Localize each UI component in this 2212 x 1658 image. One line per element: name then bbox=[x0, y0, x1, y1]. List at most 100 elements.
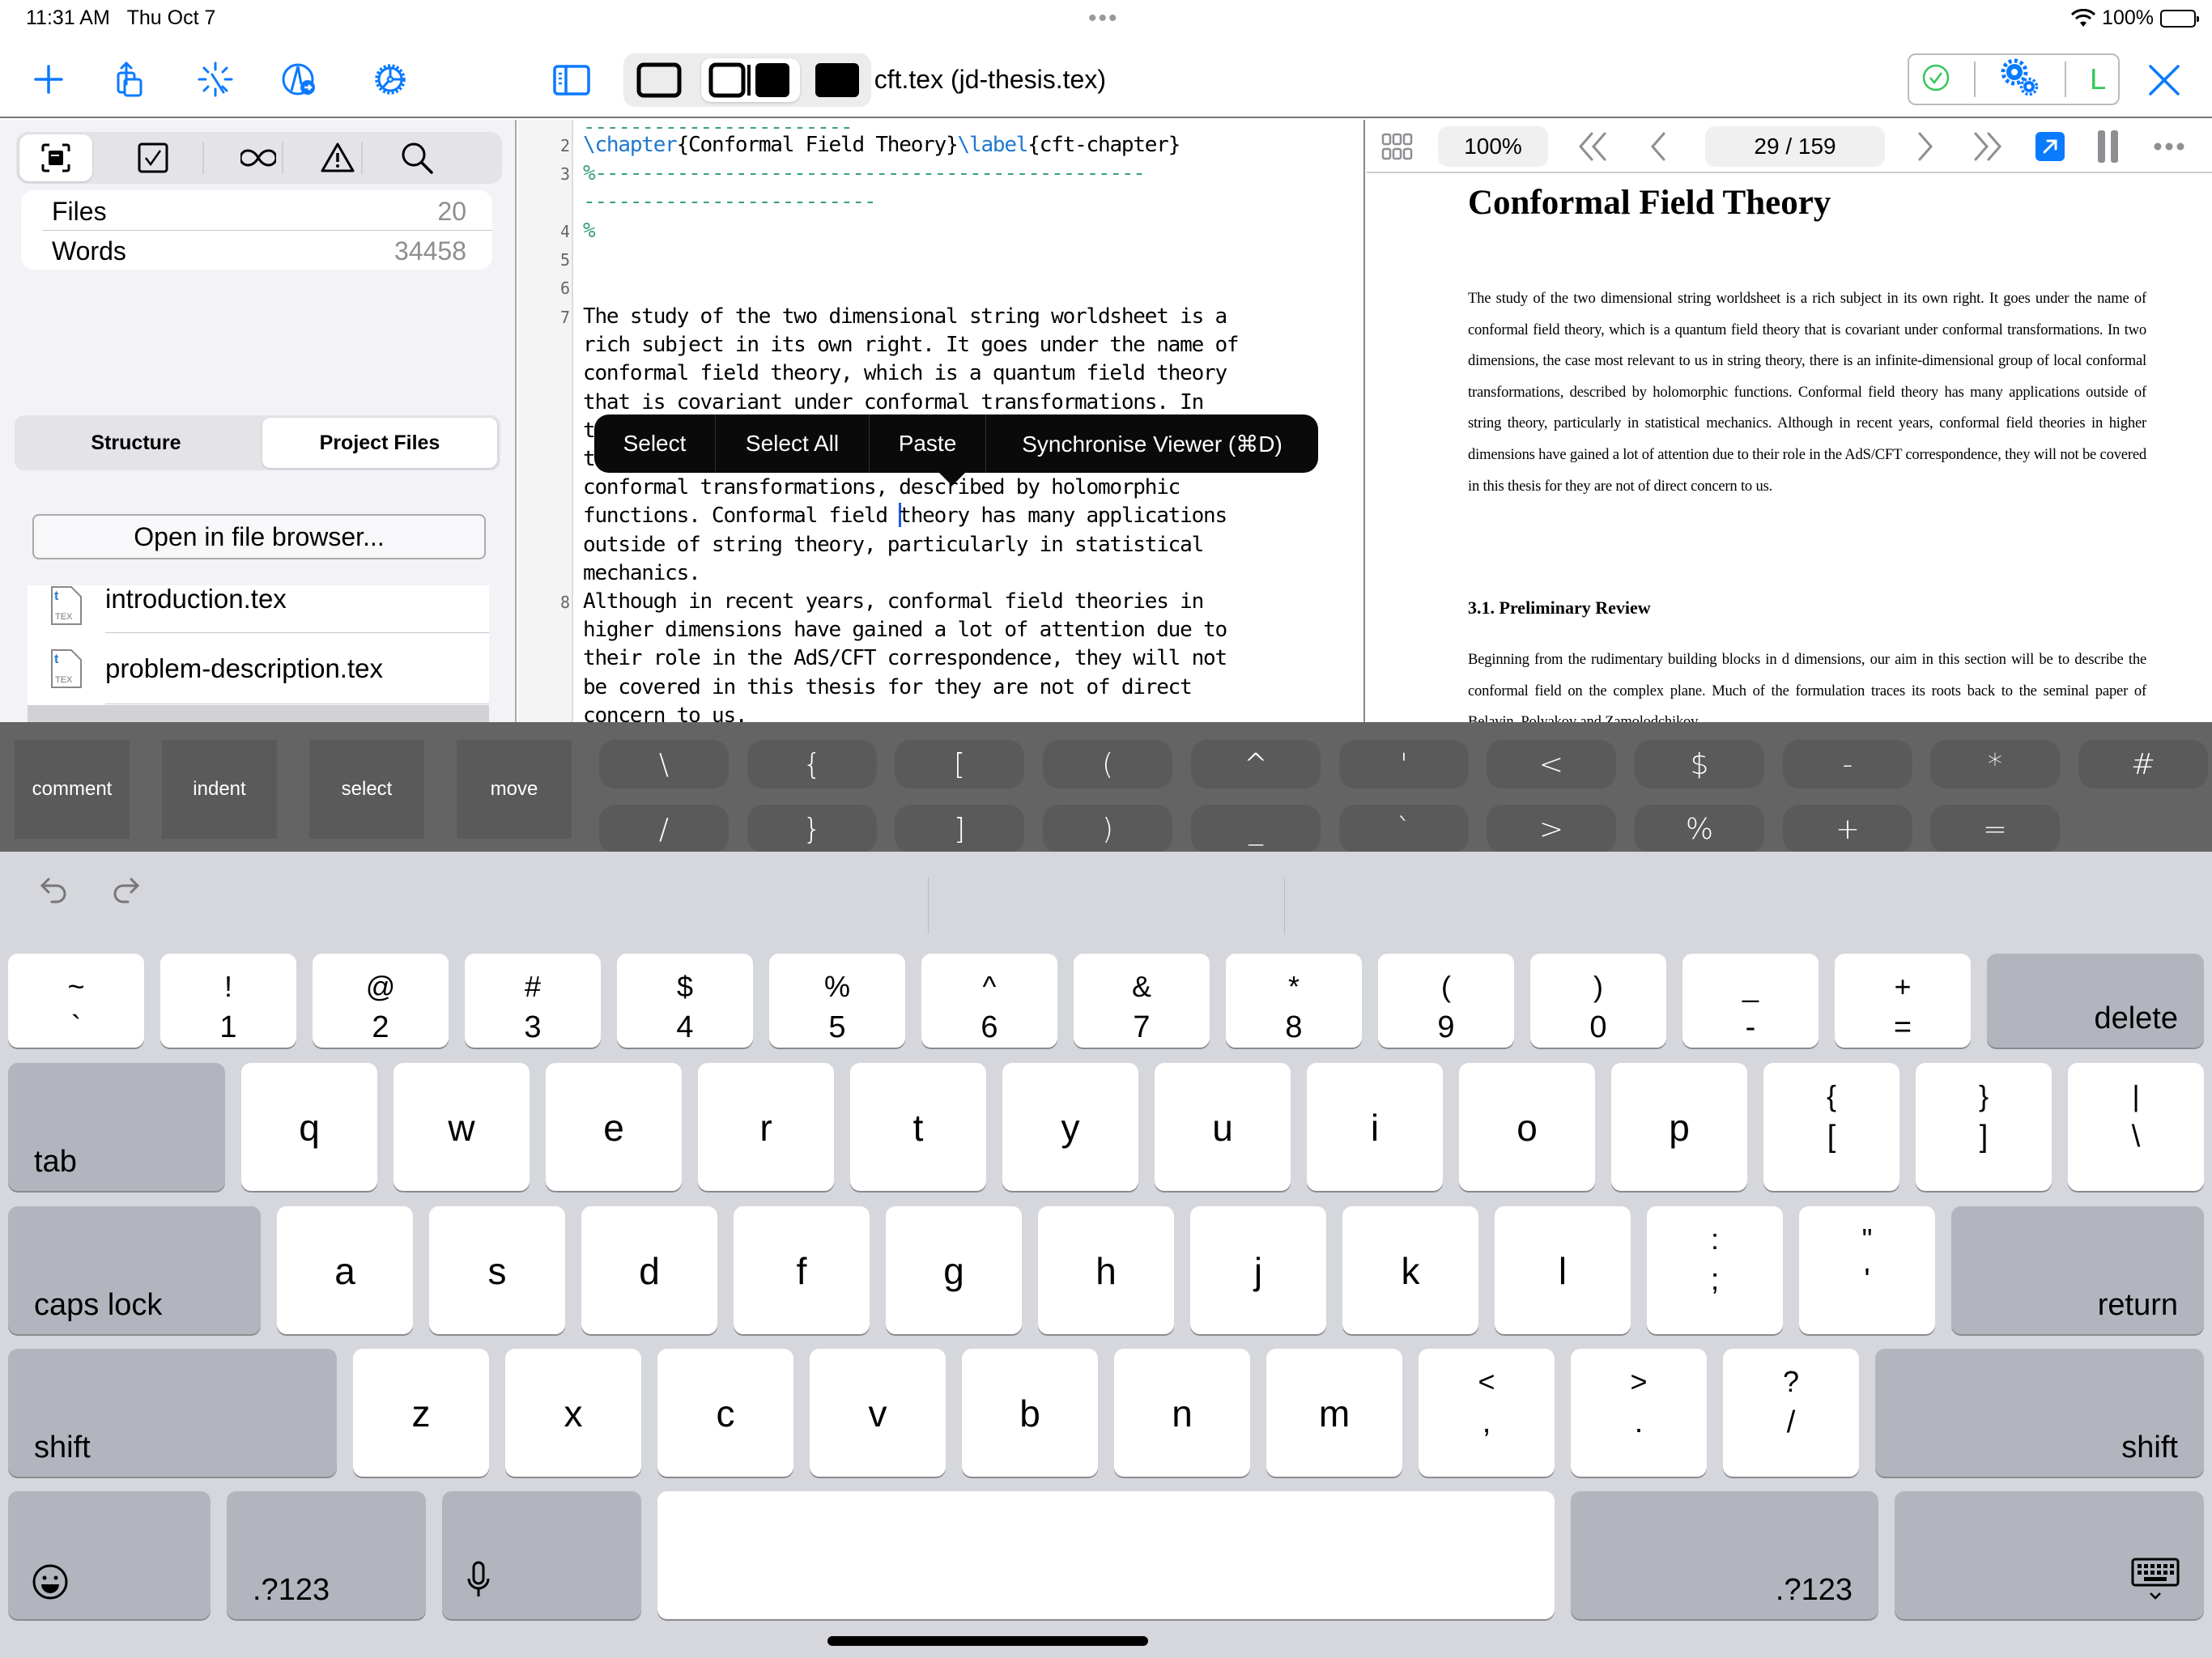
menu-select-all[interactable]: Select All bbox=[716, 414, 870, 473]
accessory-key[interactable]: - bbox=[1783, 740, 1912, 789]
key-symbol[interactable]: :; bbox=[1647, 1206, 1783, 1334]
key-letter[interactable]: l bbox=[1495, 1206, 1631, 1334]
return-key[interactable]: return bbox=[1951, 1206, 2204, 1334]
key-number[interactable]: #3 bbox=[465, 954, 601, 1048]
key-letter[interactable]: s bbox=[429, 1206, 565, 1334]
sidebar-icon[interactable] bbox=[549, 57, 594, 102]
infinity-icon[interactable] bbox=[222, 134, 295, 181]
close-icon[interactable] bbox=[2144, 60, 2184, 100]
accessory-key[interactable]: ^ bbox=[1191, 740, 1321, 789]
file-item-introduction[interactable]: t TEX introduction.tex bbox=[28, 561, 489, 633]
accessory-key[interactable]: * bbox=[1930, 740, 2060, 789]
numbers-key-left[interactable]: .?123 bbox=[227, 1491, 426, 1619]
key-number[interactable]: + = bbox=[1835, 954, 1971, 1048]
last-page-icon[interactable] bbox=[1963, 126, 2011, 167]
search-icon[interactable] bbox=[381, 134, 453, 181]
key-number[interactable]: & 7 bbox=[1074, 954, 1210, 1048]
accessory-key[interactable]: [ bbox=[895, 740, 1024, 789]
key-letter[interactable]: t bbox=[850, 1063, 986, 1191]
key-letter[interactable]: r bbox=[698, 1063, 834, 1191]
file-item-selected-partial[interactable] bbox=[28, 705, 489, 722]
layout-split-button[interactable] bbox=[701, 58, 800, 102]
key-number[interactable]: ~ ` bbox=[8, 954, 144, 1048]
plus-icon[interactable] bbox=[26, 57, 71, 102]
accessory-key[interactable]: } bbox=[747, 805, 877, 853]
compass-icon[interactable] bbox=[277, 57, 322, 102]
accessory-key[interactable]: # bbox=[2078, 740, 2208, 789]
shift-key-right[interactable]: shift bbox=[1875, 1349, 2204, 1477]
key-letter[interactable]: i bbox=[1307, 1063, 1443, 1191]
key-letter[interactable]: u bbox=[1155, 1063, 1291, 1191]
zoom-level[interactable]: 100% bbox=[1438, 126, 1548, 167]
accessory-key[interactable]: \ bbox=[599, 740, 729, 789]
page-indicator[interactable]: 29 / 159 bbox=[1705, 126, 1885, 167]
redo-icon[interactable] bbox=[110, 876, 151, 916]
key-symbol[interactable]: {[ bbox=[1763, 1063, 1899, 1191]
key-symbol[interactable]: }] bbox=[1916, 1063, 2052, 1191]
key-letter[interactable]: y bbox=[1002, 1063, 1138, 1191]
layout-viewer-only-button[interactable] bbox=[806, 58, 868, 102]
thumbnails-grid-icon[interactable] bbox=[1378, 126, 1417, 167]
tab-key[interactable]: tab bbox=[8, 1063, 225, 1191]
delete-key[interactable]: delete bbox=[1987, 954, 2204, 1048]
accessory-key[interactable]: _ bbox=[1191, 805, 1321, 853]
accessory-key[interactable]: ` bbox=[1339, 805, 1469, 853]
key-symbol[interactable]: <, bbox=[1419, 1349, 1555, 1477]
key-letter[interactable]: b bbox=[962, 1349, 1098, 1477]
key-symbol[interactable]: ? / bbox=[1723, 1349, 1859, 1477]
key-number[interactable]: (9 bbox=[1378, 954, 1514, 1048]
key-letter[interactable]: v bbox=[810, 1349, 946, 1477]
key-number[interactable]: ) 0 bbox=[1530, 954, 1666, 1048]
accessory-key[interactable]: ( bbox=[1043, 740, 1172, 789]
key-symbol[interactable]: | \ bbox=[2068, 1063, 2204, 1191]
caps-lock-key[interactable]: caps lock bbox=[8, 1206, 261, 1334]
accessory-tool-move[interactable]: move bbox=[457, 740, 572, 839]
accessory-key[interactable]: % bbox=[1635, 805, 1764, 853]
key-number[interactable]: % 5 bbox=[769, 954, 905, 1048]
key-letter[interactable]: c bbox=[657, 1349, 793, 1477]
warning-icon[interactable] bbox=[301, 134, 374, 181]
key-letter[interactable]: d bbox=[581, 1206, 717, 1334]
gears-icon[interactable] bbox=[2000, 57, 2040, 102]
tab-structure[interactable]: Structure bbox=[15, 418, 257, 468]
pdf-page[interactable]: Conformal Field Theory The study of the … bbox=[1367, 175, 2212, 722]
home-indicator[interactable] bbox=[827, 1636, 1148, 1646]
key-number[interactable]: * 8 bbox=[1226, 954, 1362, 1048]
accessory-key[interactable]: $ bbox=[1635, 740, 1764, 789]
key-number[interactable]: ^ 6 bbox=[921, 954, 1057, 1048]
numbers-key-right[interactable]: .?123 bbox=[1571, 1491, 1878, 1619]
key-symbol[interactable]: >. bbox=[1571, 1349, 1707, 1477]
emoji-key[interactable] bbox=[8, 1491, 211, 1619]
key-symbol[interactable]: " ' bbox=[1799, 1206, 1935, 1334]
key-letter[interactable]: p bbox=[1611, 1063, 1747, 1191]
open-in-file-browser-button[interactable]: Open in file browser... bbox=[32, 514, 486, 559]
settings-gear-icon[interactable] bbox=[368, 57, 413, 102]
accessory-key[interactable]: { bbox=[747, 740, 877, 789]
prev-page-icon[interactable] bbox=[1637, 126, 1678, 167]
menu-paste[interactable]: Paste bbox=[870, 414, 986, 473]
accessory-key[interactable]: = bbox=[1930, 805, 2060, 853]
key-letter[interactable]: w bbox=[393, 1063, 530, 1191]
key-letter[interactable]: g bbox=[886, 1206, 1022, 1334]
next-page-icon[interactable] bbox=[1906, 126, 1946, 167]
shift-key-left[interactable]: shift bbox=[8, 1349, 337, 1477]
key-letter[interactable]: h bbox=[1038, 1206, 1174, 1334]
menu-synchronise-viewer[interactable]: Synchronise Viewer (⌘D) bbox=[986, 414, 1318, 473]
more-options-icon[interactable] bbox=[2149, 126, 2189, 167]
undo-icon[interactable] bbox=[37, 876, 78, 916]
layout-editor-only-button[interactable] bbox=[628, 58, 690, 102]
accessory-key[interactable]: ] bbox=[895, 805, 1024, 853]
key-letter[interactable]: k bbox=[1342, 1206, 1478, 1334]
magic-wand-icon[interactable] bbox=[193, 57, 238, 102]
accessory-key[interactable]: + bbox=[1783, 805, 1912, 853]
space-bar[interactable] bbox=[657, 1491, 1555, 1619]
key-number[interactable]: @2 bbox=[313, 954, 449, 1048]
key-letter[interactable]: e bbox=[546, 1063, 682, 1191]
accessory-key[interactable]: ) bbox=[1043, 805, 1172, 853]
accessory-key[interactable]: ' bbox=[1339, 740, 1469, 789]
checkmark-circle-icon[interactable] bbox=[1921, 63, 1950, 96]
share-icon[interactable] bbox=[108, 57, 154, 102]
key-letter[interactable]: z bbox=[353, 1349, 489, 1477]
key-letter[interactable]: m bbox=[1266, 1349, 1402, 1477]
key-number[interactable]: _ - bbox=[1682, 954, 1819, 1048]
